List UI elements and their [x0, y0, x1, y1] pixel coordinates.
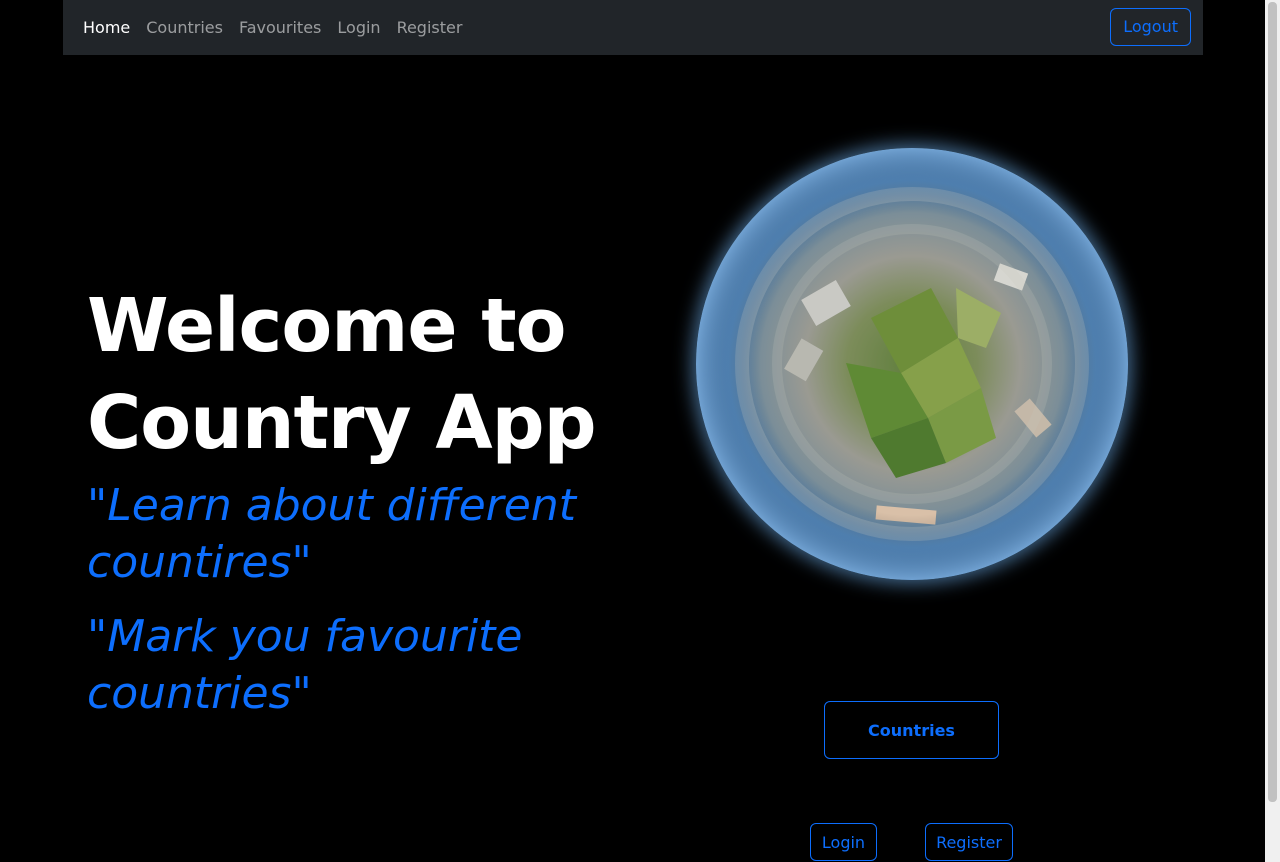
logout-button[interactable]: Logout [1110, 8, 1191, 46]
page: Home Countries Favourites Login Register… [0, 0, 1280, 862]
tagline-learn: "Learn about different countires" [87, 480, 576, 588]
login-button[interactable]: Login [810, 823, 877, 861]
nav-links: Home Countries Favourites Login Register [83, 0, 470, 55]
navbar: Home Countries Favourites Login Register… [63, 0, 1203, 55]
nav-link-login[interactable]: Login [329, 0, 388, 55]
hero-title-line1: Welcome to [87, 283, 567, 369]
hero-title: Welcome to Country App [87, 278, 647, 472]
scrollbar-thumb[interactable] [1268, 2, 1277, 802]
scrollbar[interactable] [1265, 0, 1280, 862]
countries-button[interactable]: Countries [824, 701, 999, 759]
nav-link-home[interactable]: Home [83, 0, 138, 55]
hero-title-line2: Country App [87, 380, 597, 466]
nav-link-register[interactable]: Register [389, 0, 471, 55]
nav-link-favourites[interactable]: Favourites [231, 0, 329, 55]
globe-illustration [696, 148, 1128, 580]
tagline-favourite: "Mark you favourite countries" [87, 611, 523, 719]
earth-globe-image [696, 148, 1128, 580]
register-button[interactable]: Register [925, 823, 1013, 861]
nav-link-countries[interactable]: Countries [138, 0, 231, 55]
